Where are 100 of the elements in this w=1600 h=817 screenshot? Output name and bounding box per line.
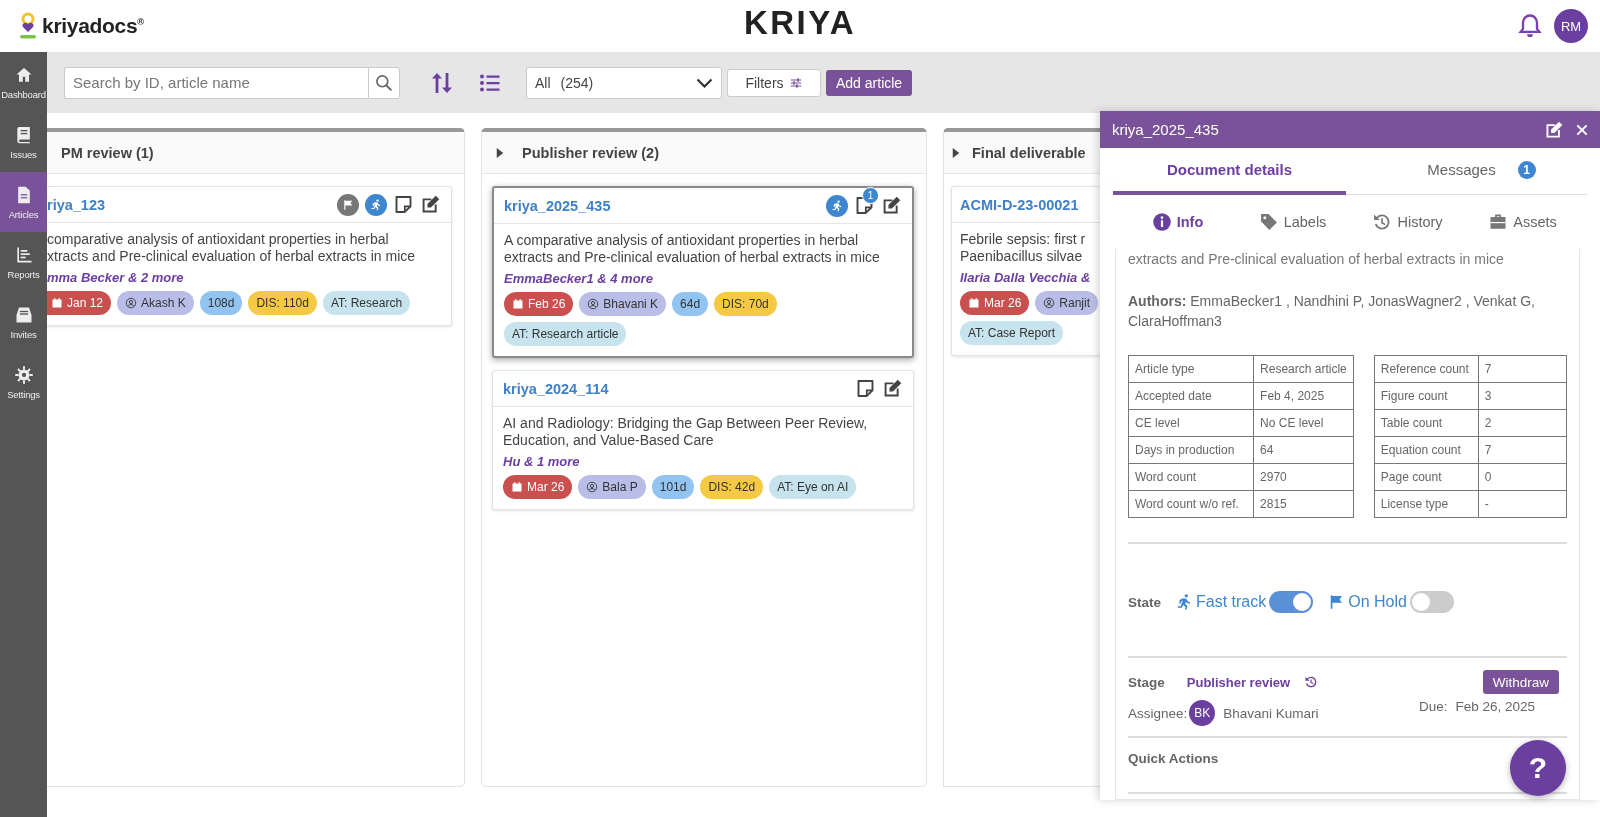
note-count-badge: 1 — [862, 187, 879, 204]
dis-chip: DIS: 42d — [700, 475, 764, 499]
assignee-label: Assignee: — [1128, 705, 1188, 721]
edit-icon[interactable] — [881, 195, 902, 216]
value-cell: 7 — [1478, 436, 1567, 464]
status-select[interactable]: All (254) — [526, 66, 722, 99]
user-avatar[interactable]: RM — [1554, 9, 1588, 43]
state-label: State — [1128, 594, 1161, 610]
message-count-badge: 1 — [1517, 160, 1536, 179]
due-date: Feb 26, 2025 — [1455, 698, 1535, 714]
edit-icon[interactable] — [1544, 119, 1564, 140]
label-cell: Reference count — [1374, 355, 1479, 383]
days-chip: 101d — [651, 475, 695, 499]
sidebar-item[interactable]: Settings — [0, 352, 47, 412]
sidebar-item[interactable]: Reports — [0, 232, 47, 292]
article-authors: Hu & 1 more — [503, 454, 581, 469]
article-authors: Ilaria Dalla Vecchia & — [960, 270, 1092, 285]
runner-icon — [1175, 593, 1193, 611]
note-icon[interactable] — [393, 194, 414, 215]
toggle-switch[interactable] — [1409, 591, 1454, 613]
label-cell: License type — [1374, 490, 1479, 518]
article-title: Febrile sepsis: first r Paenibacillus silvae — [960, 231, 1086, 265]
fast-track-icon[interactable] — [826, 194, 848, 217]
article-id-link[interactable]: riya_123 — [47, 196, 106, 213]
value-cell: 2970 — [1253, 463, 1354, 491]
label-cell: Figure count — [1374, 382, 1479, 410]
caret-icon[interactable] — [952, 146, 960, 159]
article-type-chip: AT: Research — [322, 291, 411, 315]
article-type-chip: AT: Research article — [504, 322, 627, 346]
notification-bell-icon[interactable] — [1516, 12, 1544, 40]
article-type-chip: AT: Case Report — [960, 321, 1064, 345]
toggle-label: On Hold — [1348, 593, 1407, 611]
article-card[interactable]: riya_123 comparative analysis of antioxidant properties in herbal xtracts and Pre-clinical evaluation of herbal extracts in mice mma Becker & 2 more Jan 12 Akash K 108d DIS: 110d AT: Research — [47, 186, 452, 326]
caret-icon[interactable] — [496, 146, 504, 159]
dis-chip: DIS: 110d — [248, 291, 317, 315]
value-cell: Research article — [1253, 355, 1354, 383]
column-title: Final deliverable — [972, 144, 1086, 161]
user-icon — [587, 298, 600, 310]
quick-actions-heading: Quick Actions — [1128, 751, 1219, 766]
article-id-link[interactable]: kriya_2025_435 — [504, 197, 611, 214]
due-date: Mar 26 — [527, 480, 565, 494]
note-icon[interactable] — [855, 378, 876, 399]
edit-icon[interactable] — [420, 194, 441, 215]
article-card[interactable]: kriya_2024_114 AI and Radiology: Bridging the Gap Between Peer Review, Education, and Value-Based Care Hu & 1 more Mar 26 Bala P 101d DIS: 42d AT: Eye on AI — [492, 370, 914, 510]
label-cell: Equation count — [1374, 436, 1479, 464]
value-cell: 7 — [1478, 355, 1567, 383]
value-cell: Feb 4, 2025 — [1253, 382, 1354, 410]
article-authors: EmmaBecker1 & 4 more — [504, 271, 654, 286]
flag-icon[interactable] — [337, 193, 359, 216]
column-title: PM review (1) — [61, 144, 154, 161]
value-cell: - — [1478, 490, 1567, 518]
article-authors: mma Becker & 2 more — [47, 270, 185, 285]
section-tab[interactable]: Assets — [1465, 212, 1580, 232]
sidebar-item[interactable]: Issues — [0, 112, 47, 172]
article-id-link[interactable]: ACMI-D-23-00021 — [960, 196, 1079, 213]
app-title: KRIYA — [743, 4, 857, 42]
section-tab[interactable]: History — [1350, 212, 1465, 232]
fast-track-icon[interactable] — [365, 193, 387, 216]
section-tab[interactable]: Info — [1120, 212, 1235, 232]
search-icon — [374, 72, 394, 93]
panel-tab[interactable]: Messages 1 — [1346, 148, 1587, 195]
label-cell: CE level — [1128, 409, 1254, 437]
section-tab[interactable]: Labels — [1235, 212, 1350, 232]
panel-tab[interactable]: Document details — [1113, 148, 1346, 195]
add-article-button[interactable]: Add article — [826, 69, 913, 96]
filters-button[interactable]: Filters — [727, 68, 821, 97]
article-title: extracts and Pre-clinical evaluation of herbal extracts in mice — [1128, 251, 1505, 267]
article-card[interactable] — [492, 186, 914, 358]
search-field[interactable]: Search by ID, article name — [64, 66, 368, 99]
briefcase-icon — [1488, 212, 1509, 232]
label-cell: Days in production — [1128, 436, 1254, 464]
user-icon — [125, 297, 138, 309]
article-title: AI and Radiology: Bridging the Gap Between Peer Review, Education, and Value-Based Care — [503, 415, 868, 449]
calendar-icon — [512, 298, 524, 310]
toggle-switch[interactable] — [1269, 591, 1314, 613]
search-button[interactable] — [368, 66, 400, 99]
value-cell: No CE level — [1253, 409, 1354, 437]
due-date: Jan 12 — [67, 296, 104, 310]
label-cell: Article type — [1128, 355, 1254, 383]
value-cell: 64 — [1253, 436, 1354, 464]
value-cell: 2815 — [1253, 490, 1354, 518]
edit-icon[interactable] — [882, 378, 903, 399]
sidebar-item[interactable]: Dashboard — [0, 52, 47, 112]
days-chip: 108d — [199, 291, 243, 315]
withdraw-button[interactable]: Withdraw — [1482, 670, 1559, 694]
stage-value: Publisher review — [1186, 674, 1291, 690]
logo-icon — [18, 12, 38, 40]
column-title: Publisher review (2) — [522, 144, 659, 161]
article-id-link[interactable]: kriya_2024_114 — [503, 380, 609, 397]
authors-text: Authors: EmmaBecker1 , Nandhini P, JonasWagner2 , Venkat G, ClaraHoffman3 — [1128, 292, 1536, 331]
sidebar-item[interactable]: Articles — [0, 172, 47, 232]
label-cell: Accepted date — [1128, 382, 1254, 410]
article-title: comparative analysis of antioxidant properties in herbal xtracts and Pre-clinical evaluation of herbal extracts in mice — [47, 231, 416, 265]
sort-icon[interactable] — [430, 70, 454, 95]
value-cell: 3 — [1478, 382, 1567, 410]
sidebar-item[interactable]: Invites — [0, 292, 47, 352]
history-icon[interactable] — [1304, 675, 1319, 689]
assignee-name: Bhavani Kumari — [1223, 705, 1319, 721]
article-card[interactable]: ACMI-D-23-00021 Febrile sepsis: first r Paenibacillus silvae Ilaria Dalla Vecchia & Mar 26 Ranjit AT: Case Report — [951, 186, 1100, 356]
panel-title: kriya_2025_435 — [1112, 121, 1219, 138]
